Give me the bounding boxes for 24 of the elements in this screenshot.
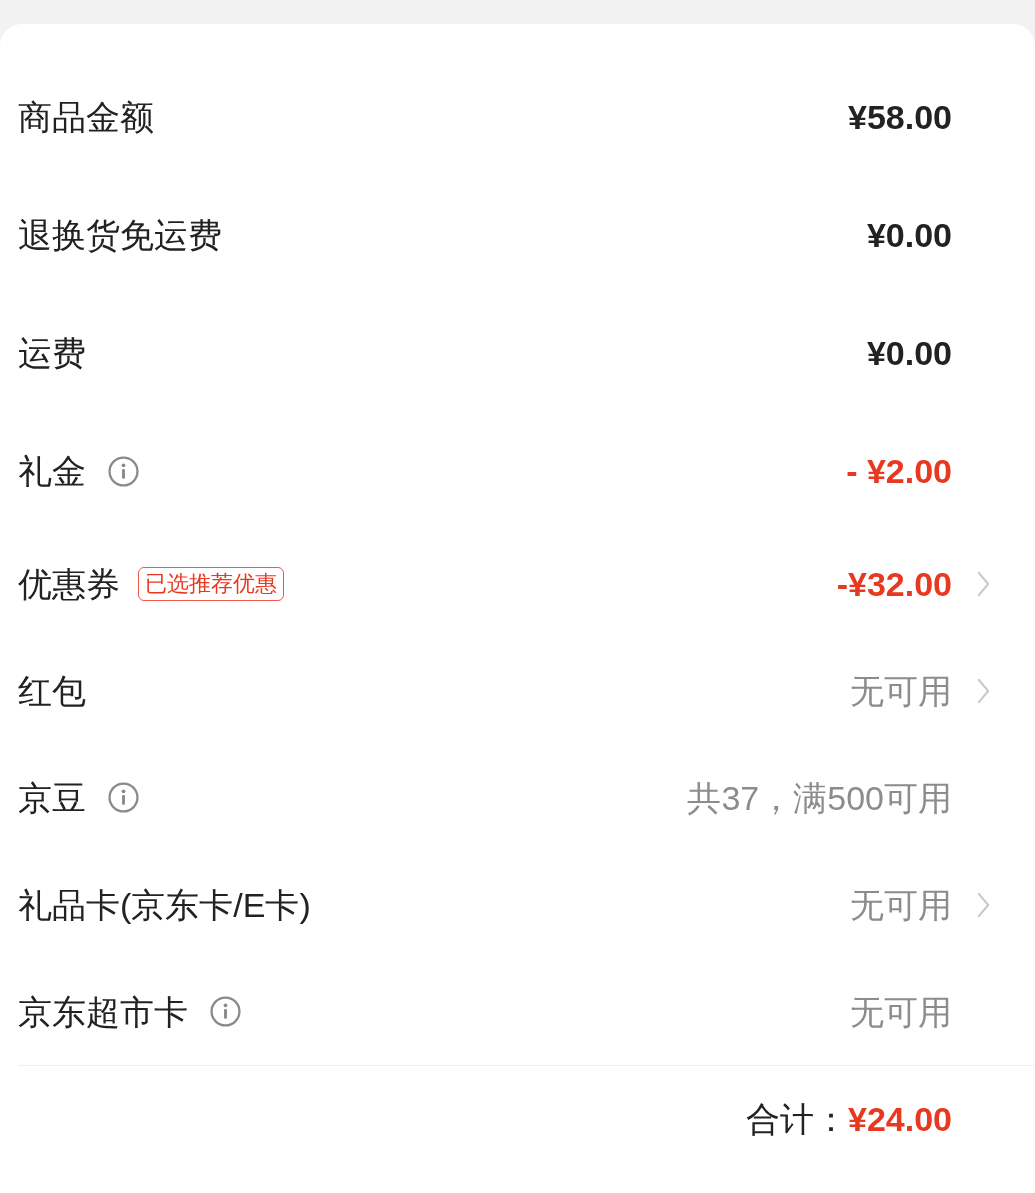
amount-value: 无可用 [850,994,952,1029]
amount-value: 无可用 [850,887,952,922]
amount-value: -¥32.00 [836,566,952,601]
info-icon[interactable] [210,996,241,1027]
row-label: 京东超市卡 [18,994,188,1029]
row-label: 优惠券 [18,566,120,601]
total-label: 合计： [746,1102,848,1136]
row-label: 红包 [18,673,86,708]
row-label: 礼品卡(京东卡/E卡) [18,887,311,922]
row-label: 京豆 [18,780,86,815]
amount-value: ¥0.00 [866,218,952,252]
row-label: 运费 [18,336,86,370]
amount-value: 共37，满500可用 [687,780,952,815]
amount-value: - ¥2.00 [846,454,952,488]
amount-value: ¥58.00 [848,100,952,134]
info-icon[interactable] [108,782,139,813]
amount-value: 无可用 [850,673,952,708]
row-label: 退换货免运费 [18,218,222,252]
row-label: 礼金 [18,454,86,488]
total-amount: ¥24.00 [848,1102,952,1136]
row-label: 商品金额 [18,100,154,134]
amount-value: ¥0.00 [866,336,952,370]
recommended-tag: 已选推荐优惠 [138,566,284,601]
info-icon[interactable] [108,455,139,487]
